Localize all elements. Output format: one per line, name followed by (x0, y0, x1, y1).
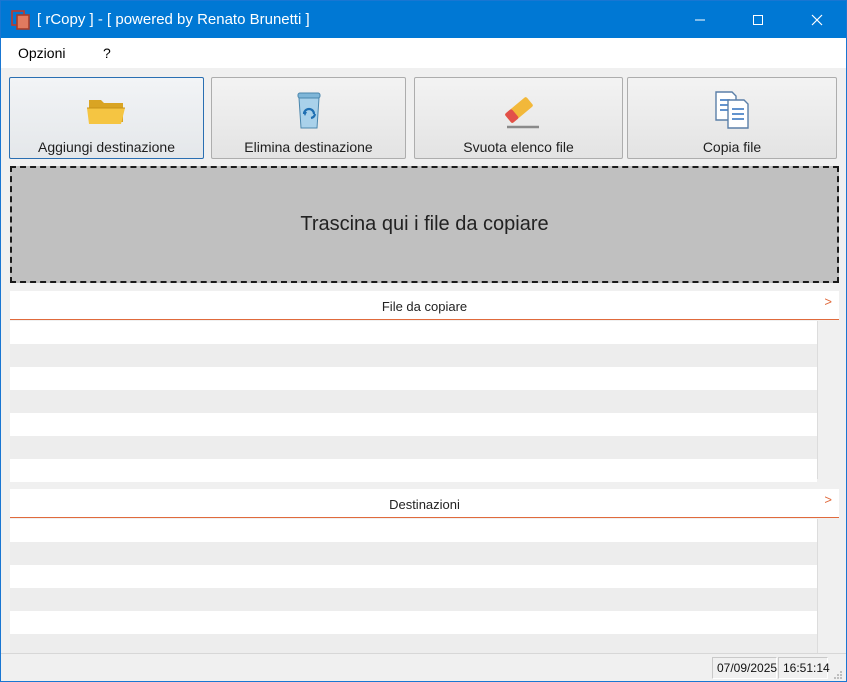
status-bar: 07/09/2025 16:51:14 (1, 653, 846, 681)
list-row (10, 519, 817, 542)
copy-files-label: Copia file (702, 139, 762, 155)
copy-documents-icon (710, 88, 754, 132)
remove-destination-button[interactable]: Elimina destinazione (211, 77, 406, 159)
list-row (10, 367, 817, 390)
recycle-bin-icon (287, 88, 331, 132)
chevron-right-icon[interactable]: > (824, 294, 832, 309)
destinations-list[interactable] (10, 519, 817, 657)
resize-grip-icon[interactable] (833, 668, 843, 679)
close-icon (811, 14, 823, 25)
files-list-title: File da copiare (381, 299, 468, 314)
files-list-panel: File da copiare > (10, 291, 839, 482)
list-row (10, 611, 817, 634)
list-row (10, 344, 817, 367)
close-button[interactable] (788, 1, 846, 38)
status-date: 07/09/2025 (712, 657, 777, 679)
maximize-icon (753, 14, 763, 25)
remove-destination-label: Elimina destinazione (244, 139, 373, 155)
menu-item-help[interactable]: ? (103, 45, 111, 61)
minimize-button[interactable] (671, 1, 729, 38)
destinations-list-title: Destinazioni (389, 497, 460, 512)
list-row (10, 321, 817, 344)
add-destination-label: Aggiungi destinazione (38, 139, 175, 155)
file-drop-zone[interactable]: Trascina qui i file da copiare (10, 166, 839, 283)
menu-bar: Opzioni ? (1, 38, 846, 68)
menu-item-opzioni[interactable]: Opzioni (18, 45, 65, 61)
app-window: [ rCopy ] - [ powered by Renato Brunetti… (0, 0, 847, 682)
copy-app-icon (10, 9, 32, 31)
destinations-list-panel: Destinazioni > (10, 489, 839, 657)
list-row (10, 565, 817, 588)
minimize-icon (695, 19, 705, 20)
files-list-header[interactable]: File da copiare > (10, 291, 839, 320)
folder-open-icon (85, 88, 129, 132)
destinations-list-header[interactable]: Destinazioni > (10, 489, 839, 518)
list-row (10, 459, 817, 482)
destinations-list-scrollbar[interactable] (817, 519, 839, 653)
list-row (10, 390, 817, 413)
files-list[interactable] (10, 321, 817, 482)
list-row (10, 436, 817, 459)
list-row (10, 542, 817, 565)
status-time: 16:51:14 (778, 657, 830, 679)
copy-files-button[interactable]: Copia file (627, 77, 837, 159)
chevron-right-icon[interactable]: > (824, 492, 832, 507)
add-destination-button[interactable]: Aggiungi destinazione (9, 77, 204, 159)
maximize-button[interactable] (729, 1, 787, 38)
title-bar[interactable]: [ rCopy ] - [ powered by Renato Brunetti… (1, 1, 846, 38)
drop-zone-text: Trascina qui i file da copiare (300, 213, 549, 235)
clear-file-list-label: Svuota elenco file (463, 139, 574, 155)
files-list-scrollbar[interactable] (817, 321, 839, 479)
window-title: [ rCopy ] - [ powered by Renato Brunetti… (37, 11, 310, 28)
eraser-icon (497, 88, 541, 132)
list-row (10, 413, 817, 436)
clear-file-list-button[interactable]: Svuota elenco file (414, 77, 623, 159)
list-row (10, 588, 817, 611)
